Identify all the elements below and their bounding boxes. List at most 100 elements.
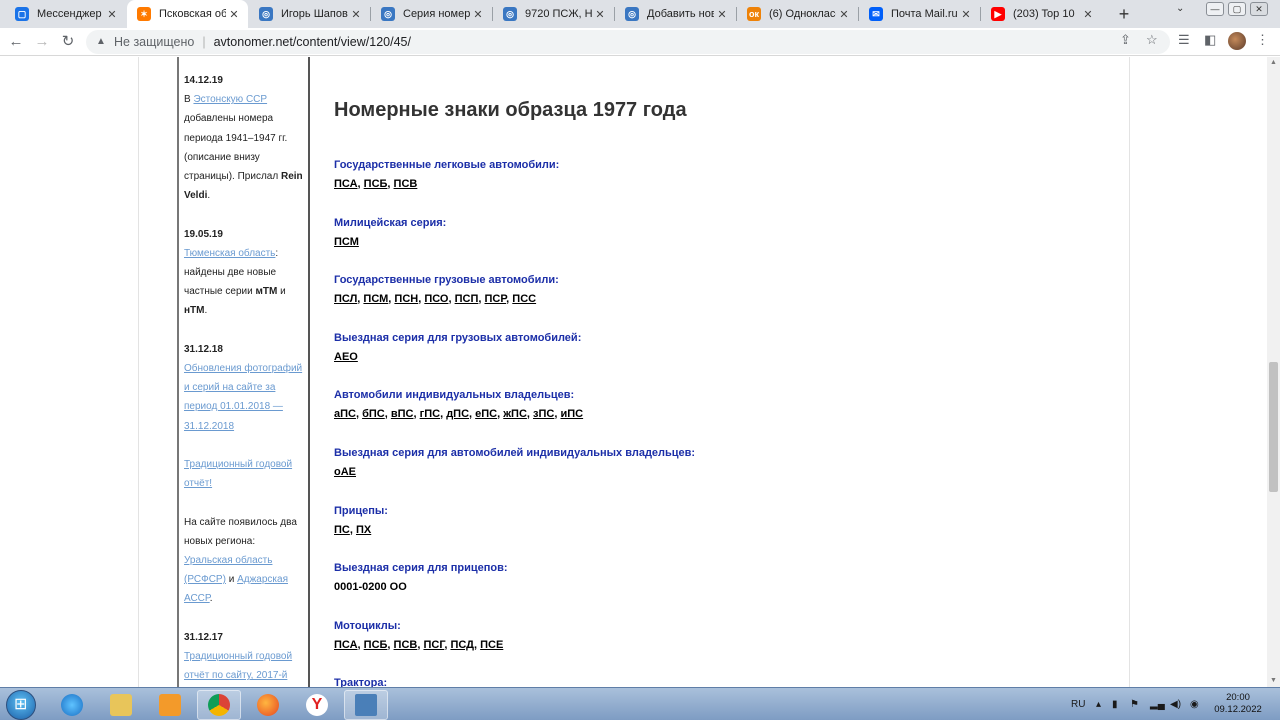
url-text[interactable]: avtonomer.net/content/view/120/45/ — [214, 35, 411, 49]
news-text: В Эстонскую ССР добавлены номера периода… — [184, 90, 304, 205]
browser-tab[interactable]: ◎ Серия номеров✕ — [371, 0, 492, 28]
volume-icon[interactable]: ◀) — [1170, 688, 1181, 721]
yandex-taskbar-button[interactable]: Y — [295, 690, 339, 720]
series-code-link[interactable]: оАЕ — [334, 466, 356, 478]
tab-close-icon[interactable]: ✕ — [226, 8, 242, 21]
series-code-link[interactable]: ПСС — [512, 293, 536, 305]
series-code-link[interactable]: зПС — [533, 408, 554, 420]
browser-tab[interactable]: ✉ Почта Mail.ru ✕ — [859, 0, 980, 28]
scroll-down-icon[interactable]: ▼ — [1269, 677, 1278, 684]
series-codes: ПСМ — [334, 233, 1114, 252]
news-link[interactable]: Обновления фотографий и серий на сайте з… — [184, 363, 302, 432]
tray-flag-icon[interactable]: ⚑ — [1130, 688, 1139, 721]
news-date: 19.05.19 — [184, 228, 223, 240]
series-code-link[interactable]: ПСД — [450, 639, 474, 651]
scroll-up-icon[interactable]: ▲ — [1269, 59, 1278, 66]
series-code-link[interactable]: ПСР — [485, 293, 507, 305]
series-section: Выездная серия для автомобилей индивидуа… — [334, 444, 1114, 502]
network-icon[interactable]: ▂▄ — [1150, 688, 1165, 721]
series-code-link[interactable]: бПС — [362, 408, 385, 420]
side-panel-icon[interactable]: ◧ — [1204, 32, 1216, 48]
scrollbar-thumb[interactable] — [1269, 362, 1278, 492]
series-code-link[interactable]: ПСМ — [334, 236, 359, 248]
series-code-link[interactable]: ПХ — [356, 524, 371, 536]
not-secure-label[interactable]: Не защищено — [114, 35, 194, 49]
forward-button[interactable]: → — [32, 32, 52, 52]
address-bar[interactable]: ▲ Не защищено | avtonomer.net/content/vi… — [86, 30, 1170, 54]
browser-tab[interactable]: ок (6) Одноклассн✕ — [737, 0, 858, 28]
series-heading: Трактора: — [334, 677, 388, 687]
firefox-taskbar-button[interactable] — [246, 690, 290, 720]
series-code-link[interactable]: ПСВ — [394, 639, 418, 651]
tab-close-icon[interactable]: ✕ — [592, 8, 608, 21]
tab-search-chevron-icon[interactable]: ⌄ — [1176, 3, 1184, 14]
news-bold-text: нТМ — [184, 305, 205, 317]
browser-tab[interactable]: ▢ Мессенджер ✕ — [5, 0, 126, 28]
start-button[interactable] — [6, 690, 36, 720]
series-code-link[interactable]: дПС — [446, 408, 469, 420]
app-taskbar-button[interactable] — [344, 690, 388, 720]
series-code-link[interactable]: ПСМ — [363, 293, 388, 305]
reload-button[interactable]: ↻ — [58, 32, 78, 52]
antivirus-icon[interactable]: ◉ — [1190, 688, 1199, 721]
series-code-link[interactable]: аПС — [334, 408, 356, 420]
news-link[interactable]: Традиционный годовой отчёт! — [184, 459, 292, 489]
series-heading: Выездная серия для автомобилей индивидуа… — [334, 446, 696, 459]
reading-list-icon[interactable]: ☰ — [1178, 32, 1190, 48]
chrome-taskbar-button[interactable] — [197, 690, 241, 720]
menu-kebab-icon[interactable]: ⋮ — [1256, 32, 1269, 48]
series-code-link[interactable]: вПС — [391, 408, 414, 420]
series-code-link[interactable]: ПСА — [334, 178, 358, 190]
warning-icon[interactable]: ▲ — [96, 36, 108, 48]
tab-close-icon[interactable]: ✕ — [958, 8, 974, 21]
series-code-link[interactable]: гПС — [420, 408, 440, 420]
browser-tab[interactable]: ◎ Добавить новы✕ — [615, 0, 736, 28]
series-code-link[interactable]: ПСА — [334, 639, 358, 651]
close-window-icon[interactable]: ✕ — [1250, 2, 1268, 16]
series-code-link[interactable]: ПСГ — [423, 639, 444, 651]
language-indicator[interactable]: RU — [1071, 688, 1085, 721]
series-code-link[interactable]: ПСО — [424, 293, 448, 305]
series-code-link[interactable]: ПСН — [394, 293, 418, 305]
series-code-link[interactable]: ПСВ — [394, 178, 418, 190]
browser-tab[interactable]: ◎ 9720 ПСЖ, Ном✕ — [493, 0, 614, 28]
tab-close-icon[interactable]: ✕ — [1080, 8, 1096, 21]
tab-title: Мессенджер — [37, 8, 102, 20]
series-code-link[interactable]: еПС — [475, 408, 497, 420]
bookmark-star-icon[interactable]: ☆ — [1146, 32, 1158, 48]
minimize-icon[interactable]: — — [1206, 2, 1224, 16]
series-code-link[interactable]: ПСЛ — [334, 293, 357, 305]
browser-tab[interactable]: ▶ (203) Top 10 ✕ — [981, 0, 1102, 28]
tab-close-icon[interactable]: ✕ — [714, 8, 730, 21]
series-code-link[interactable]: иПС — [560, 408, 583, 420]
tab-close-icon[interactable]: ✕ — [836, 8, 852, 21]
news-link[interactable]: Тюменская область — [184, 248, 275, 259]
browser-tab[interactable]: ✶ Псковская обла✕ — [127, 0, 248, 28]
profile-avatar[interactable] — [1228, 32, 1246, 50]
back-button[interactable]: ← — [6, 32, 26, 52]
explorer-taskbar-button[interactable] — [99, 690, 143, 720]
browser-tab[interactable]: ◎ Игорь Шапова ✕ — [249, 0, 370, 28]
series-code-link[interactable]: ПСБ — [364, 639, 388, 651]
series-code-link[interactable]: жПС — [503, 408, 527, 420]
series-code-link[interactable]: ПСЕ — [480, 639, 503, 651]
ie-taskbar-button[interactable] — [50, 690, 94, 720]
tray-expand-icon[interactable]: ▴ — [1096, 688, 1101, 721]
series-code-link[interactable]: ПСБ — [364, 178, 388, 190]
series-code-link[interactable]: АЕО — [334, 351, 358, 363]
maximize-icon[interactable]: ▢ — [1228, 2, 1246, 16]
new-tab-button[interactable]: + — [1114, 3, 1134, 25]
tab-close-icon[interactable]: ✕ — [348, 8, 364, 21]
series-code-link[interactable]: ПСП — [455, 293, 479, 305]
series-code-link[interactable]: ПС — [334, 524, 350, 536]
news-link[interactable]: Традиционный годовой отчёт по сайту, 201… — [184, 651, 292, 687]
news-gap — [184, 609, 304, 628]
media-taskbar-button[interactable] — [148, 690, 192, 720]
system-clock[interactable]: 20:00 09.12.2022 — [1208, 692, 1268, 716]
tab-close-icon[interactable]: ✕ — [104, 8, 120, 21]
tray-device-icon[interactable]: ▮ — [1112, 688, 1118, 721]
share-icon[interactable]: ⇪ — [1120, 32, 1131, 48]
news-link[interactable]: Эстонскую ССР — [193, 94, 267, 105]
tab-close-icon[interactable]: ✕ — [470, 8, 486, 21]
series-section: Трактора: — [334, 674, 1114, 687]
